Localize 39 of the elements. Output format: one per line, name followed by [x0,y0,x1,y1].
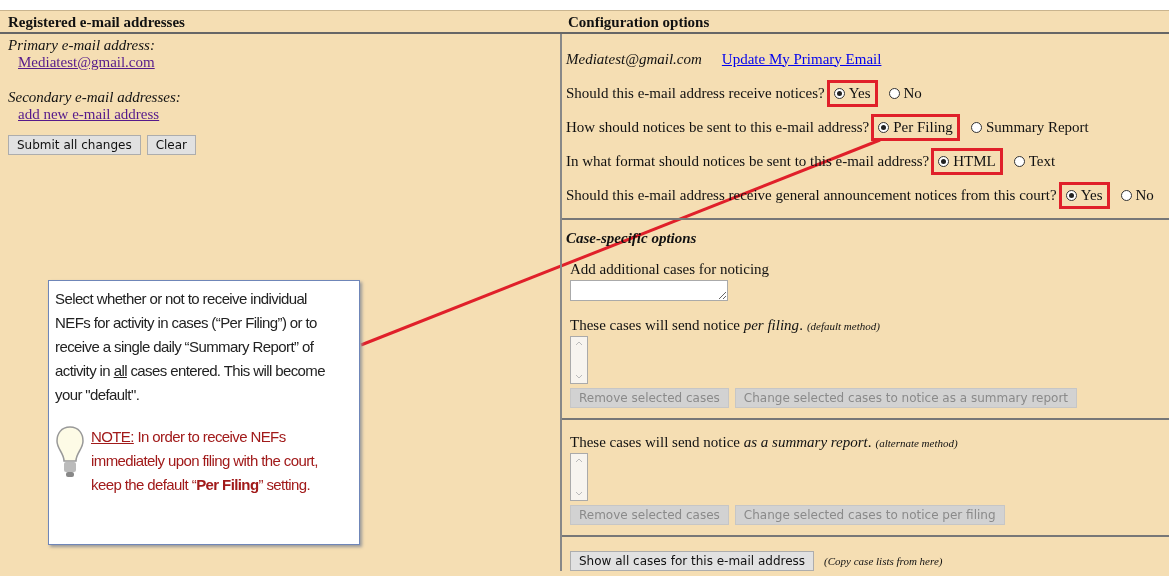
method-note: (default method) [806,320,880,332]
radio-button[interactable] [1065,189,1077,201]
radio-button[interactable] [888,87,900,99]
column-heading: Configuration options [560,11,1169,34]
question-text: How should notices be sent to this e-mail address? [566,118,870,136]
copy-note: (Copy case lists from here) [824,555,943,567]
field-label: Add additional cases for noticing [570,261,770,278]
lightbulb-icon [55,425,85,479]
radio-button[interactable] [878,121,890,133]
show-cases-button[interactable]: Show all cases for this e-mail address [570,551,815,571]
field-label: Secondary e-mail addresses: [8,89,181,106]
callout-text: Select whether or not to receive individual NEFs for activity in cases (“Per Filing”) or to receive a single daily “Summary Report” of activity in all cases entered. This will become your "default". [55,289,326,405]
option-label[interactable]: Yes [1080,186,1103,204]
email-text: Mediatest@gmail.com [566,50,702,68]
radio-button[interactable] [970,121,982,133]
option-label[interactable]: Text [1028,152,1056,170]
list-label: These cases will send notice as a summary report. [570,434,872,451]
radio-button[interactable] [938,155,950,167]
column-heading: Registered e-mail addresses [0,11,560,34]
email-link[interactable]: Mediatest@gmail.com [18,54,155,71]
question-text: Should this e-mail address receive notices? [566,84,825,102]
radio-button[interactable] [833,87,845,99]
add-email-link[interactable]: add new e-mail address [18,106,160,123]
option-label[interactable]: Yes [848,84,871,102]
method-note: (alternate method) [875,437,958,449]
cases-input-field[interactable] [570,280,728,301]
note-text: NOTE: In order to receive NEFs immediately upon filing with the court, keep the default “Per Filing” setting. [91,427,319,495]
option-label[interactable]: HTML [953,152,996,170]
option-label[interactable]: Summary Report [985,118,1089,136]
update-email-link[interactable]: Update My Primary Email [721,50,882,68]
radio-button[interactable] [1013,155,1025,167]
field-label: Primary e-mail address: [8,37,155,54]
radio-button[interactable] [1120,189,1132,201]
option-label[interactable]: Per Filing [893,118,953,136]
clear-button[interactable]: Clear [146,135,197,155]
option-label[interactable]: No [1135,186,1154,204]
submit-button[interactable]: Submit all changes [8,135,141,155]
list-label: These cases will send notice per filing. [570,317,803,334]
option-label[interactable]: No [903,84,922,102]
